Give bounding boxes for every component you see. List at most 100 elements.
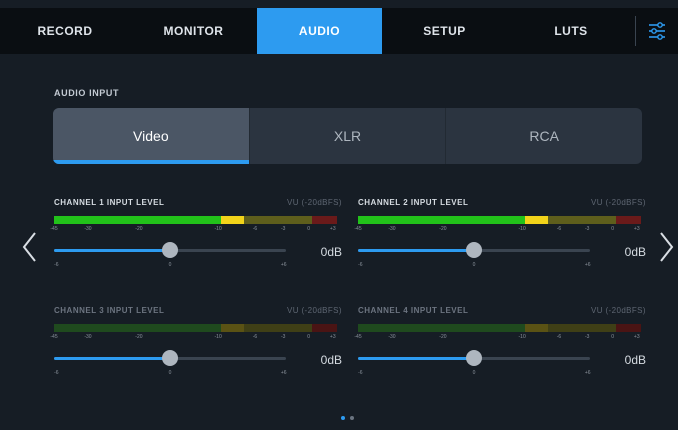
- meter-tick-label: -3: [584, 334, 590, 340]
- slider-fill: [54, 357, 170, 360]
- meter-tick-label: 0: [611, 226, 615, 232]
- tab-monitor[interactable]: MONITOR: [130, 8, 257, 54]
- meter-segment: [220, 324, 244, 332]
- channel-3: CHANNEL 3 INPUT LEVEL VU (-20dBFS) -45 -30-…: [50, 306, 342, 396]
- gain-slider[interactable]: [358, 242, 590, 258]
- meter-tick-label: -30: [84, 226, 92, 232]
- meter-tick-label: +3: [329, 334, 336, 340]
- meter-ticks: -45 -30 -20 -10 -6 -3 0 +3: [354, 226, 641, 234]
- meter-tick-label: -45: [354, 226, 362, 232]
- meter-segment: [54, 324, 221, 332]
- tab-setup[interactable]: SETUP: [382, 8, 507, 54]
- gain-value: 0dB: [320, 245, 342, 259]
- meter-segment: [243, 216, 312, 224]
- meter-tick-label: +3: [633, 334, 640, 340]
- slider-fill: [54, 249, 170, 252]
- slider-tick-label: +6: [280, 262, 287, 268]
- tab-luts[interactable]: LUTS: [507, 8, 635, 54]
- meter-tick-label: -6: [252, 334, 258, 340]
- meter-segment: [311, 216, 337, 224]
- slider-thumb[interactable]: [466, 350, 482, 366]
- gain-slider[interactable]: [358, 350, 590, 366]
- channel-label: CHANNEL 1 INPUT LEVEL: [54, 198, 165, 207]
- slider-ticks: -6 0 +6: [358, 370, 590, 378]
- slider-tick-label: +6: [584, 262, 591, 268]
- slider-ticks: -6 0 +6: [358, 262, 590, 270]
- sliders-icon: [649, 22, 665, 40]
- meter-tick-label: -10: [518, 334, 526, 340]
- meter-tick-label: -20: [439, 334, 447, 340]
- meter-tick-label: -20: [135, 334, 143, 340]
- meter-tick-label: -3: [280, 334, 286, 340]
- chevron-left-icon[interactable]: [20, 230, 40, 264]
- meter-scale-label: VU (-20dBFS): [286, 198, 342, 207]
- slider-thumb[interactable]: [162, 242, 178, 258]
- input-option-rca[interactable]: RCA: [446, 108, 642, 164]
- meter-ticks: -45 -30 -20 -10 -6 -3 0 +3: [50, 226, 337, 234]
- meter-segment: [615, 324, 641, 332]
- audio-screen: RECORD MONITOR AUDIO SETUP LUTS AUDIO IN…: [0, 0, 678, 430]
- channel-4: CHANNEL 4 INPUT LEVEL VU (-20dBFS) -45 -30-…: [354, 306, 646, 396]
- channel-label: CHANNEL 2 INPUT LEVEL: [358, 198, 469, 207]
- gain-value: 0dB: [320, 353, 342, 367]
- meter-tick-label: -6: [556, 334, 562, 340]
- meter-tick-label: -6: [252, 226, 258, 232]
- meter-scale-label: VU (-20dBFS): [590, 306, 646, 315]
- slider-tick-label: 0: [472, 262, 476, 268]
- gain-value: 0dB: [624, 245, 646, 259]
- meter-segment: [54, 216, 221, 224]
- meter-segment: [220, 216, 244, 224]
- input-option-xlr[interactable]: XLR: [250, 108, 447, 164]
- meter-scale-label: VU (-20dBFS): [590, 198, 646, 207]
- page-dot-1[interactable]: [341, 416, 345, 420]
- meter-segment: [524, 324, 548, 332]
- channel-1: CHANNEL 1 INPUT LEVEL VU (-20dBFS) -45 -30 -…: [50, 198, 342, 288]
- channel-2: CHANNEL 2 INPUT LEVEL VU (-20dBFS) -45 -30-…: [354, 198, 646, 288]
- meter-ticks: -45 -30 -20 -10 -6 -3 0 +3: [354, 334, 641, 342]
- gain-slider[interactable]: [54, 242, 286, 258]
- meter-segment: [243, 324, 312, 332]
- meter-tick-label: -45: [50, 226, 58, 232]
- slider-thumb[interactable]: [466, 242, 482, 258]
- page-indicator: [341, 416, 354, 420]
- level-meter: [358, 216, 641, 224]
- meter-tick-label: +3: [633, 226, 640, 232]
- slider-ticks: -6 0 +6: [54, 262, 286, 270]
- chevron-right-icon[interactable]: [656, 230, 676, 264]
- page-dot-2[interactable]: [350, 416, 354, 420]
- meter-tick-label: -45: [50, 334, 58, 340]
- slider-thumb[interactable]: [162, 350, 178, 366]
- slider-fill: [358, 357, 474, 360]
- level-meter: [358, 324, 641, 332]
- tab-audio[interactable]: AUDIO: [257, 8, 382, 54]
- slider-tick-label: -6: [54, 370, 59, 376]
- slider-tick-label: -6: [358, 370, 363, 376]
- meter-tick-label: -3: [584, 226, 590, 232]
- input-option-video[interactable]: Video: [53, 108, 250, 164]
- settings-button[interactable]: [636, 8, 678, 54]
- meter-tick-label: -30: [84, 334, 92, 340]
- meter-segment: [615, 216, 641, 224]
- meter-tick-label: -10: [518, 226, 526, 232]
- tab-record[interactable]: RECORD: [0, 8, 130, 54]
- meter-ticks: -45 -30 -20 -10 -6 -3 0 +3: [50, 334, 337, 342]
- meter-tick-label: -10: [214, 226, 222, 232]
- meter-tick-label: -45: [354, 334, 362, 340]
- slider-tick-label: 0: [168, 370, 172, 376]
- tab-bar: RECORD MONITOR AUDIO SETUP LUTS: [0, 8, 678, 54]
- slider-fill: [358, 249, 474, 252]
- level-meter: [54, 216, 337, 224]
- meter-segment: [547, 324, 616, 332]
- gain-slider[interactable]: [54, 350, 286, 366]
- meter-segment: [311, 324, 337, 332]
- meter-tick-label: +3: [329, 226, 336, 232]
- meter-tick-label: -6: [556, 226, 562, 232]
- level-meter: [54, 324, 337, 332]
- meter-tick-label: 0: [611, 334, 615, 340]
- slider-tick-label: -6: [54, 262, 59, 268]
- audio-input-selector: Video XLR RCA: [53, 108, 642, 164]
- slider-ticks: -6 0 +6: [54, 370, 286, 378]
- meter-segment: [358, 324, 525, 332]
- slider-tick-label: -6: [358, 262, 363, 268]
- meter-tick-label: 0: [307, 226, 311, 232]
